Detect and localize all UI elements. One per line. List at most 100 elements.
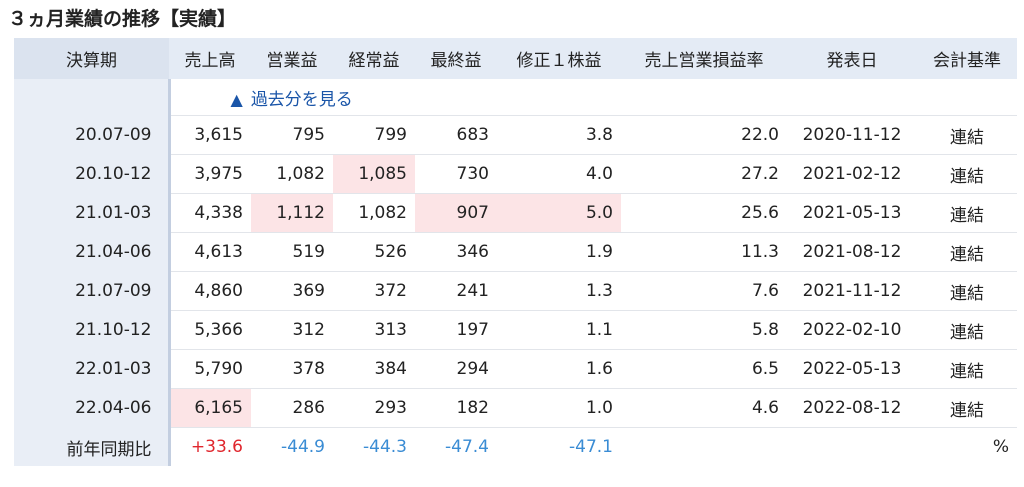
period-cell: 22.04-06 — [14, 388, 171, 428]
header-operating-profit: 営業益 — [251, 38, 333, 79]
show-past-label: 過去分を見る — [250, 89, 353, 110]
margin-cell: 27.2 — [621, 154, 787, 194]
operating-profit-cell: 378 — [251, 349, 333, 389]
announce-date-cell: 2022-02-10 — [787, 310, 917, 350]
eps-cell: 1.6 — [497, 349, 621, 389]
header-row: 決算期 売上高 営業益 経常益 最終益 修正１株益 売上営業損益率 発表日 会計… — [14, 38, 1017, 79]
ordinary-profit-cell: 1,085 — [333, 154, 415, 194]
show-past-link[interactable]: ▲ 過去分を見る — [169, 79, 1017, 116]
announce-date-cell: 2021-02-12 — [787, 154, 917, 194]
yoy-announce-date-cell — [787, 428, 917, 467]
eps-cell: 1.9 — [497, 232, 621, 272]
yoy-accounting-standard-cell: % — [992, 437, 1009, 457]
eps-cell: 1.0 — [497, 388, 621, 428]
margin-cell: 6.5 — [621, 349, 787, 389]
operating-profit-cell: 286 — [251, 388, 333, 428]
accounting-standard-cell: 連結 — [917, 349, 1017, 389]
announce-date-cell: 2021-05-13 — [787, 193, 917, 233]
eps-cell: 1.3 — [497, 271, 621, 311]
yoy-label: 前年同期比 — [14, 427, 171, 466]
table-row: 21.07-09 4,860 369 372 241 1.3 7.6 2021-11-12 連結 — [14, 271, 1017, 311]
eps-cell: 1.1 — [497, 310, 621, 350]
operating-profit-cell: 795 — [251, 115, 333, 155]
net-profit-cell: 683 — [415, 115, 497, 155]
net-profit-cell: 346 — [415, 232, 497, 272]
margin-cell: 7.6 — [621, 271, 787, 311]
eps-cell: 3.8 — [497, 115, 621, 155]
ordinary-profit-cell: 293 — [333, 388, 415, 428]
net-profit-cell: 182 — [415, 388, 497, 428]
period-cell: 20.07-09 — [14, 115, 171, 155]
announce-date-cell: 2021-11-12 — [787, 271, 917, 311]
ordinary-profit-cell: 384 — [333, 349, 415, 389]
accounting-standard-cell: 連結 — [917, 193, 1017, 233]
accounting-standard-cell: 連結 — [917, 310, 1017, 350]
header-eps: 修正１株益 — [497, 38, 621, 79]
ordinary-profit-cell: 1,082 — [333, 193, 415, 233]
net-profit-cell: 197 — [415, 310, 497, 350]
sales-cell: 5,366 — [169, 310, 251, 350]
margin-cell: 25.6 — [621, 193, 787, 233]
accounting-standard-cell: 連結 — [917, 154, 1017, 194]
accounting-standard-cell: 連結 — [917, 115, 1017, 155]
yoy-sales-cell: +33.6 — [190, 437, 243, 457]
period-cell: 22.01-03 — [14, 349, 171, 389]
results-table-container: 決算期 売上高 営業益 経常益 最終益 修正１株益 売上営業損益率 発表日 会計… — [14, 38, 1017, 466]
yoy-ordinary-profit-cell: -44.3 — [363, 437, 407, 457]
sales-cell: 4,860 — [169, 271, 251, 311]
margin-cell: 22.0 — [621, 115, 787, 155]
header-margin: 売上営業損益率 — [621, 38, 787, 79]
table-row: 21.01-03 4,338 1,112 1,082 907 5.0 25.6 2021-05… — [14, 193, 1017, 233]
period-cell: 21.04-06 — [14, 232, 171, 272]
quarterly-results-table: 決算期 売上高 営業益 経常益 最終益 修正１株益 売上営業損益率 発表日 会計… — [14, 38, 1017, 466]
period-cell: 20.10-12 — [14, 154, 171, 194]
period-cell: 21.07-09 — [14, 271, 171, 311]
margin-cell: 5.8 — [621, 310, 787, 350]
ordinary-profit-cell: 799 — [333, 115, 415, 155]
announce-date-cell: 2022-08-12 — [787, 388, 917, 428]
operating-profit-cell: 369 — [251, 271, 333, 311]
operating-profit-cell: 1,112 — [251, 193, 333, 233]
yoy-eps-cell: -47.1 — [569, 437, 613, 457]
ordinary-profit-cell: 526 — [333, 232, 415, 272]
header-sales: 売上高 — [169, 38, 251, 79]
net-profit-cell: 294 — [415, 349, 497, 389]
sales-cell: 4,613 — [169, 232, 251, 272]
sales-cell: 6,165 — [169, 388, 251, 428]
announce-date-cell: 2021-08-12 — [787, 232, 917, 272]
table-row: 20.10-12 3,975 1,082 1,085 730 4.0 27.2 2021-02… — [14, 154, 1017, 194]
period-cell: 21.01-03 — [14, 193, 171, 233]
accounting-standard-cell: 連結 — [917, 388, 1017, 428]
ordinary-profit-cell: 313 — [333, 310, 415, 350]
eps-cell: 5.0 — [497, 193, 621, 233]
announce-date-cell: 2020-11-12 — [787, 115, 917, 155]
sales-cell: 4,338 — [169, 193, 251, 233]
sales-cell: 3,975 — [169, 154, 251, 194]
announce-date-cell: 2022-05-13 — [787, 349, 917, 389]
net-profit-cell: 730 — [415, 154, 497, 194]
operating-profit-cell: 519 — [251, 232, 333, 272]
accounting-standard-cell: 連結 — [917, 271, 1017, 311]
table-row: 22.04-06 6,165 286 293 182 1.0 4.6 2022-08-12 連結 — [14, 388, 1017, 428]
operating-profit-cell: 312 — [251, 310, 333, 350]
header-net-profit: 最終益 — [415, 38, 497, 79]
table-row: 21.04-06 4,613 519 526 346 1.9 11.3 2021-08-12 連… — [14, 232, 1017, 272]
yoy-row: 前年同期比 +33.6 -44.9 -44.3 -47.4 -47.1% — [14, 427, 1017, 467]
header-announce-date: 発表日 — [787, 38, 917, 79]
sales-cell: 3,615 — [169, 115, 251, 155]
triangle-up-icon: ▲ — [230, 89, 243, 109]
header-period: 決算期 — [14, 38, 169, 79]
yoy-operating-profit-cell: -44.9 — [281, 437, 325, 457]
eps-cell: 4.0 — [497, 154, 621, 194]
margin-cell: 11.3 — [621, 232, 787, 272]
net-profit-cell: 907 — [415, 193, 497, 233]
accounting-standard-cell: 連結 — [917, 232, 1017, 272]
table-row: 21.10-12 5,366 312 313 197 1.1 5.8 2022-02-10 連結 — [14, 310, 1017, 350]
table-row: 22.01-03 5,790 378 384 294 1.6 6.5 2022-05-13 連結 — [14, 349, 1017, 389]
yoy-net-profit-cell: -47.4 — [445, 437, 489, 457]
period-cell: 21.10-12 — [14, 310, 171, 350]
yoy-margin-cell — [621, 428, 787, 467]
sales-cell: 5,790 — [169, 349, 251, 389]
ordinary-profit-cell: 372 — [333, 271, 415, 311]
net-profit-cell: 241 — [415, 271, 497, 311]
